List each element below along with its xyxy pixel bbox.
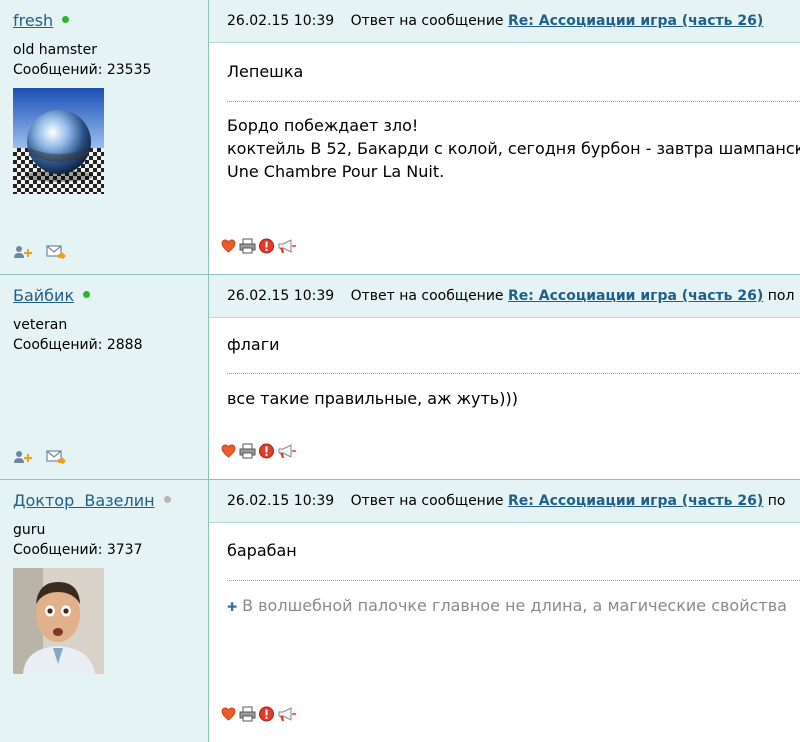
author-panel: Байбик veteran Сообщений: 2888 [0,275,209,479]
signature-line: все такие правильные, аж жуть))) [227,389,518,408]
post-count: Сообщений: 2888 [13,337,143,353]
megaphone-icon[interactable] [277,238,297,254]
add-friend-icon[interactable] [13,450,33,464]
post-message: барабан [227,541,297,560]
post-content: 26.02.15 10:39 Ответ на сообщение Re: Ас… [209,275,800,479]
forum-post: Доктор Вазелин guru Сообщений: 3737 26.0… [0,480,800,742]
post-signature: Бордо побеждает зло! коктейль В 52, Бака… [227,114,800,183]
user-rank: guru [13,522,46,538]
topic-link[interactable]: Re: Ассоциации игра (часть 26) [508,493,763,509]
post-content: 26.02.15 10:39 Ответ на сообщение Re: Ас… [209,0,800,274]
like-heart-icon[interactable] [220,706,237,722]
topic-link[interactable]: Re: Ассоциации игра (часть 26) [508,288,763,304]
post-header: 26.02.15 10:39 Ответ на сообщение Re: Ас… [209,0,800,43]
header-tail: по [767,493,786,509]
reply-prefix: Ответ на сообщение [350,493,504,509]
author-panel: fresh old hamster Сообщений: 23535 [0,0,209,274]
post-message: флаги [227,335,280,354]
topic-link[interactable]: Re: Ассоциации игра (часть 26) [508,13,763,29]
send-message-icon[interactable] [46,450,66,464]
post-meta: 26.02.15 10:39 Ответ на сообщение Re: Ас… [227,493,785,509]
post-signature: ✚ В волшебной палочке главное не длина, а… [227,594,800,619]
post-meta: 26.02.15 10:39 Ответ на сообщение Re: Ас… [227,13,763,29]
like-heart-icon[interactable] [220,238,237,254]
megaphone-icon[interactable] [277,443,297,459]
post-actions [220,235,299,254]
like-heart-icon[interactable] [220,443,237,459]
print-icon[interactable] [239,443,256,459]
reply-prefix: Ответ на сообщение [350,13,504,29]
online-status-icon [83,291,91,298]
print-icon[interactable] [239,238,256,254]
signature-line: коктейль В 52, Бакарди с колой, сегодня … [227,139,800,158]
post-header: 26.02.15 10:39 Ответ на сообщение Re: Ас… [209,275,800,318]
report-icon[interactable] [258,443,275,459]
post-actions [220,703,299,722]
user-actions [13,446,74,465]
signature-divider [227,373,800,374]
signature-divider [227,101,800,102]
user-actions [13,241,74,260]
megaphone-icon[interactable] [277,706,297,722]
avatar [13,88,104,194]
username-link[interactable]: Доктор Вазелин [13,491,171,510]
post-signature: все такие правильные, аж жуть))) [227,387,800,410]
online-status-icon [62,16,70,23]
signature-line: В волшебной палочке главное не длина, а … [242,596,787,615]
report-icon[interactable] [258,706,275,722]
post-message: Лепешка [227,62,304,81]
signature-line: Une Chambre Pour La Nuit. [227,162,445,181]
username-link[interactable]: fresh [13,11,70,30]
send-message-icon[interactable] [46,245,66,259]
print-icon[interactable] [239,706,256,722]
signature-line: Бордо побеждает зло! [227,116,419,135]
report-icon[interactable] [258,238,275,254]
author-panel: Доктор Вазелин guru Сообщений: 3737 [0,480,209,742]
reply-prefix: Ответ на сообщение [350,288,504,304]
plus-icon: ✚ [227,600,238,614]
user-rank: veteran [13,317,68,333]
post-count: Сообщений: 23535 [13,62,152,78]
user-rank: old hamster [13,42,98,58]
forum-post: fresh old hamster Сообщений: 23535 26.02… [0,0,800,275]
signature-divider [227,580,800,581]
post-count: Сообщений: 3737 [13,542,143,558]
offline-status-icon [163,496,171,503]
post-meta: 26.02.15 10:39 Ответ на сообщение Re: Ас… [227,288,794,304]
post-header: 26.02.15 10:39 Ответ на сообщение Re: Ас… [209,480,800,523]
post-content: 26.02.15 10:39 Ответ на сообщение Re: Ас… [209,480,800,742]
username-link[interactable]: Байбик [13,286,91,305]
forum-post: Байбик veteran Сообщений: 2888 26.02.15 … [0,275,800,480]
post-timestamp: 26.02.15 10:39 [227,13,335,29]
username-text[interactable]: Байбик [13,286,74,305]
post-timestamp: 26.02.15 10:39 [227,493,335,509]
username-text[interactable]: Доктор Вазелин [13,491,155,510]
add-friend-icon[interactable] [13,245,33,259]
header-tail: пол [767,288,795,304]
post-actions [220,440,299,459]
username-text[interactable]: fresh [13,11,53,30]
avatar [13,568,104,674]
post-timestamp: 26.02.15 10:39 [227,288,335,304]
